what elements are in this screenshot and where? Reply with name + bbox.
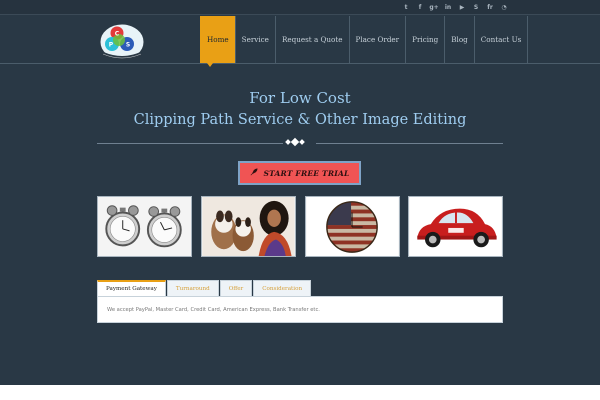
divider-diamonds-icon <box>285 137 305 147</box>
linkedin-icon[interactable]: in <box>443 2 453 12</box>
facebook-icon[interactable]: f <box>415 2 425 12</box>
divider-left <box>97 143 283 144</box>
nav-place-order[interactable]: Place Order <box>348 16 406 63</box>
hero-title-line2: Clipping Path Service & Other Image Edit… <box>133 112 467 128</box>
flag-clock-image[interactable] <box>305 196 400 257</box>
red-beetle-car-image[interactable] <box>408 196 503 257</box>
youtube-icon[interactable]: ▶ <box>457 2 467 12</box>
start-free-trial-label: START FREE TRIAL <box>263 168 350 178</box>
main-nav: Home Service Request a Quote Place Order… <box>200 16 529 67</box>
tab-payment-gateway[interactable]: Payment Gateway <box>97 280 166 296</box>
tab-consideration[interactable]: Consideration <box>253 280 312 296</box>
tab-panel: We accept PayPal, Master Card, Credit Ca… <box>97 296 503 323</box>
nav-request-quote[interactable]: Request a Quote <box>274 16 349 63</box>
nav-blog[interactable]: Blog <box>444 16 474 63</box>
svg-text:C: C <box>115 31 120 38</box>
top-bar: t f g+ in ▶ S fr ◔ <box>0 0 600 15</box>
start-free-trial-button[interactable]: START FREE TRIAL <box>237 160 362 186</box>
site-header: C P S Home Service Request a Quote Place… <box>0 16 600 67</box>
nav-pricing[interactable]: Pricing <box>405 16 444 63</box>
google-plus-icon[interactable]: g+ <box>429 2 439 12</box>
page-background: t f g+ in ▶ S fr ◔ C P S Home Service Re… <box>0 0 600 385</box>
svg-text:P: P <box>109 42 114 49</box>
tab-turnaround[interactable]: Turnaround <box>166 280 219 296</box>
rocket-icon <box>250 168 258 178</box>
twitter-icon[interactable]: t <box>401 2 411 12</box>
info-tabs: Payment Gateway Turnaround Offer Conside… <box>97 280 312 296</box>
dogs-woman-image[interactable] <box>201 196 296 257</box>
nav-contact-us[interactable]: Contact Us <box>473 16 529 63</box>
site-logo[interactable]: C P S <box>97 18 147 62</box>
divider-right <box>316 143 503 144</box>
tab-panel-text: We accept PayPal, Master Card, Credit Ca… <box>107 307 320 313</box>
skype-icon[interactable]: S <box>471 2 481 12</box>
tab-offer[interactable]: Offer <box>219 280 253 296</box>
nav-service[interactable]: Service <box>234 16 275 63</box>
page-footer-strip <box>0 385 600 400</box>
alarm-clocks-image[interactable] <box>97 196 192 257</box>
rss-icon[interactable]: ◔ <box>499 2 509 12</box>
svg-text:S: S <box>126 42 130 49</box>
social-icons: t f g+ in ▶ S fr ◔ <box>401 2 509 12</box>
flickr-icon[interactable]: fr <box>485 2 495 12</box>
nav-home[interactable]: Home <box>200 16 235 67</box>
hero-title-line1: For Low Cost <box>249 89 351 107</box>
